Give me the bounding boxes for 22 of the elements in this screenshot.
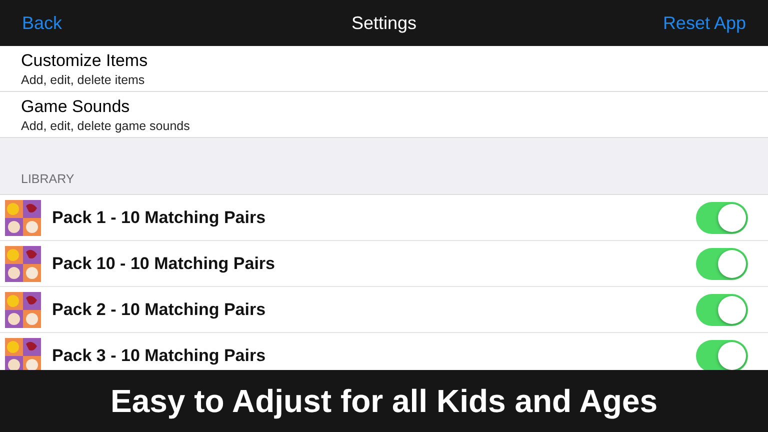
item-subtitle: Add, edit, delete items bbox=[21, 72, 146, 86]
settings-item[interactable]: Customize Items Add, edit, delete items bbox=[0, 46, 768, 92]
pack-thumbnail-icon bbox=[5, 246, 41, 282]
reset-app-button[interactable]: Reset App bbox=[662, 12, 746, 34]
caption-text: Easy to Adjust for all Kids and Ages bbox=[110, 382, 658, 420]
item-title: Game Sounds bbox=[21, 96, 131, 116]
settings-item[interactable]: Game Sounds Add, edit, delete game sounds bbox=[0, 92, 768, 137]
pack-label: Pack 3 - 10 Matching Pairs bbox=[52, 346, 266, 366]
pack-label: Pack 2 - 10 Matching Pairs bbox=[52, 300, 266, 320]
pack-label: Pack 1 - 10 Matching Pairs bbox=[52, 208, 266, 228]
toggle-switch[interactable] bbox=[696, 202, 748, 234]
item-title: Customize Items bbox=[21, 50, 149, 70]
pack-thumbnail-icon bbox=[5, 292, 41, 328]
toggle-switch[interactable] bbox=[696, 294, 748, 326]
pack-thumbnail-icon bbox=[5, 200, 41, 236]
back-button[interactable]: Back bbox=[22, 12, 62, 34]
pack-label: Pack 10 - 10 Matching Pairs bbox=[52, 254, 275, 274]
window-title: Settings bbox=[350, 12, 418, 34]
toggle-switch[interactable] bbox=[696, 248, 748, 280]
section-header: LIBRARY bbox=[21, 172, 74, 186]
toggle-switch[interactable] bbox=[696, 340, 748, 372]
item-subtitle: Add, edit, delete game sounds bbox=[21, 118, 191, 132]
